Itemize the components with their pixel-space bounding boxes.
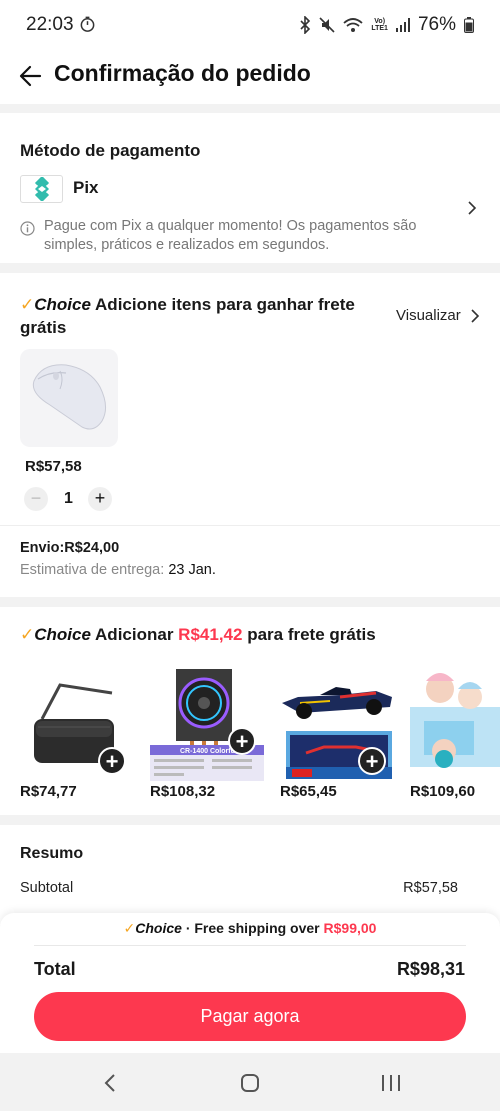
chevron-right-icon[interactable] [466,201,478,215]
recommended-item-price: R$109,60 [410,783,476,800]
product-image-mouse[interactable] [20,349,118,447]
choice-cart-section: ✓Choice Adicione itens para ganhar frete… [0,273,500,597]
total-value: R$98,31 [396,959,465,979]
wifi-icon [343,18,363,32]
signal-icon [395,18,410,32]
free-shipping-amount: R$99,00 [323,920,377,936]
add-to-cart-button[interactable]: + [358,747,386,775]
add-to-cart-button[interactable]: + [228,727,256,755]
figure-toys-icon [410,673,500,768]
choice-check-icon: ✓ [20,625,35,644]
title-amount: R$41,42 [178,625,243,644]
shipping-cost: Envio:R$24,00 [20,540,120,556]
estimate-label: Estimativa de entrega: [20,562,165,578]
delivery-estimate: Estimativa de entrega: 23 Jan. [20,562,216,578]
checkout-bar: ✓Choice · Free shipping over R$99,00 Tot… [0,913,500,1053]
cooler-box-label: CR-1400 Colorful [180,748,237,755]
bluetooth-icon [300,16,311,34]
system-nav-bar [0,1053,500,1111]
recommended-item[interactable]: + [20,667,138,783]
choice-check-icon: ✓ [20,295,35,314]
pix-logo [20,175,63,203]
status-icons: Vo) LTE1 76% [299,14,474,36]
back-arrow-icon[interactable] [18,63,44,89]
info-icon [20,221,35,236]
choice-badge: Choice [34,295,91,314]
total-label: Total [34,959,76,979]
recommended-item-price: R$74,77 [20,783,77,800]
add-to-cart-button[interactable]: + [98,747,126,775]
free-shipping-banner: ✓Choice · Free shipping over R$99,00 [0,920,500,937]
network-label: Vo) LTE1 [371,18,388,32]
battery-icon [464,17,474,33]
quantity-value: 1 [64,490,73,507]
mouse-icon [32,364,106,430]
chevron-right-icon [471,308,479,323]
recommended-item[interactable]: CR-1400 Colorful + [150,667,268,783]
status-bar: 22:03 Vo) LTE1 76% [0,0,500,50]
nav-recents-icon[interactable] [380,1073,402,1093]
page-title: Confirmação do pedido [54,60,311,86]
quantity-increase-button[interactable]: + [88,487,112,511]
view-all-link[interactable]: Visualizar [396,307,481,324]
choice-badge: Choice [135,920,182,936]
choice-check-icon: ✓ [123,920,136,936]
subtotal-label: Subtotal [20,880,74,896]
subtotal-value: R$57,58 [403,880,458,896]
divider [0,525,500,526]
estimate-date: 23 Jan. [168,562,216,578]
payment-method-card[interactable]: Método de pagamento Pix Pague com Pix a … [0,113,500,263]
product-price: R$57,58 [25,458,82,475]
free-shipping-text: · Free shipping over [185,920,320,936]
recommended-item-price: R$65,45 [280,783,337,800]
pix-icon [32,177,51,201]
order-summary: Resumo Subtotal R$57,58 [0,825,500,925]
payment-section-title: Método de pagamento [20,141,201,160]
timer-icon [80,16,95,32]
pay-now-button[interactable]: Pagar agora [34,992,466,1041]
recommendations-title: ✓Choice Adicionar R$41,42 para frete grá… [20,625,376,645]
payment-description: Pague com Pix a qualquer momento! Os pag… [44,218,417,253]
choice-badge: Choice [34,625,91,644]
recommended-item-price: R$108,32 [150,783,216,800]
battery-percent: 76% [417,14,456,35]
status-time: 22:03 [26,14,74,35]
recommended-item[interactable] [410,667,500,783]
cpu-cooler-icon: CR-1400 Colorful [150,669,264,781]
payment-method-name: Pix [73,178,99,197]
quantity-decrease-button[interactable]: − [24,487,48,511]
choice-recommendations-section: ✓Choice Adicionar R$41,42 para frete grá… [0,607,500,815]
nav-home-icon[interactable] [240,1073,260,1093]
nav-back-icon[interactable] [102,1073,118,1093]
view-all-label: Visualizar [396,307,461,324]
recommended-item[interactable]: + [280,667,398,783]
title-prefix: Adicionar [95,625,174,644]
title-suffix: para frete grátis [247,625,376,644]
mute-icon [319,17,335,33]
section-title: ✓Choice Adicione itens para ganhar frete… [20,293,370,339]
summary-title: Resumo [20,845,84,862]
divider [34,945,466,946]
top-app-bar: Confirmação do pedido [0,50,500,104]
